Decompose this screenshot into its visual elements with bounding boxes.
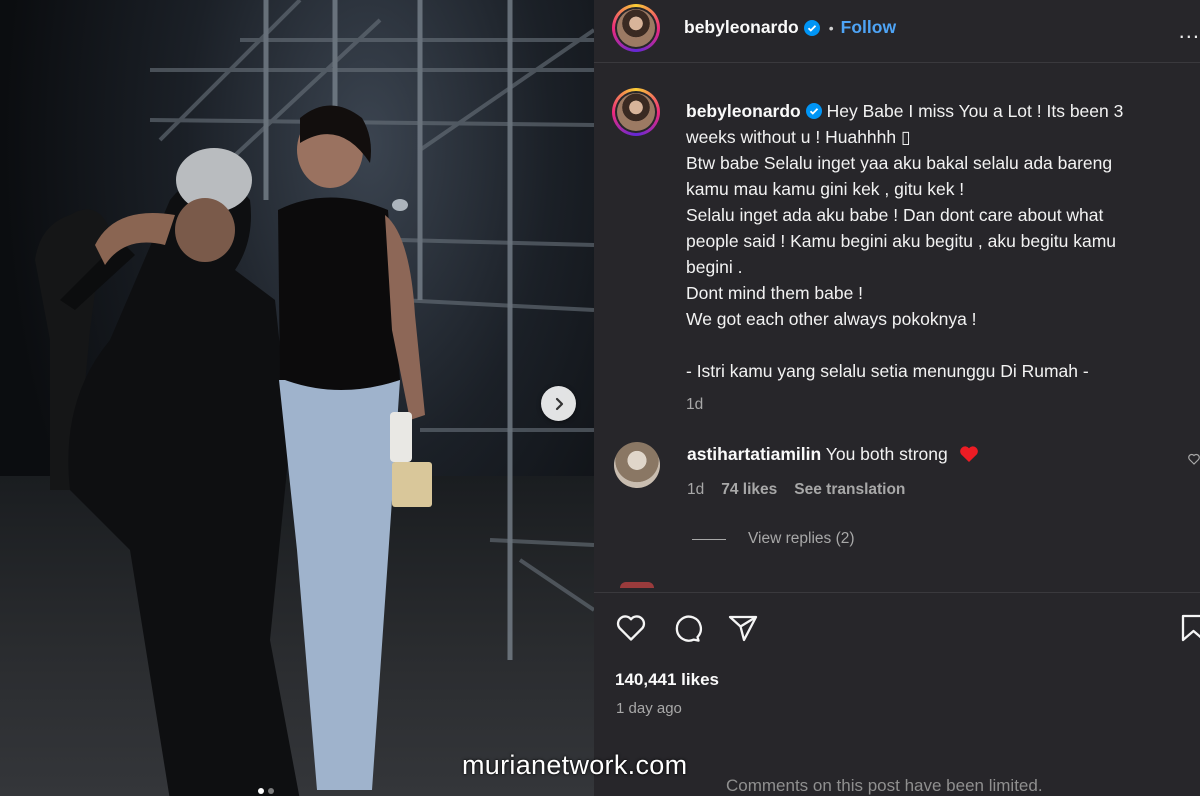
comment-icon[interactable] [670,612,704,644]
view-replies-button[interactable]: View replies (2) [692,530,855,548]
caption-text: bebyleonardo Hey Babe I miss You a Lot !… [686,98,1186,418]
watermark: murianetwork.com [462,750,688,780]
more-icon[interactable]: ... [1179,18,1200,44]
caption-line: - Istri kamu yang selalu setia menunggu … [686,361,1089,381]
heart-icon[interactable] [614,612,648,644]
next-image-button[interactable] [541,386,576,421]
caption-line: Btw babe Selalu inget yaa aku bakal sela… [686,153,1113,173]
comments-limited-notice: Comments on this post have been limited. [726,776,1043,795]
comment-body: astihartatiamilin You both strong [687,444,979,465]
photo-scene [35,0,594,796]
post-date: 1 day ago [616,700,682,717]
caption-age[interactable]: 1d [686,392,1186,418]
post-photo[interactable] [0,0,594,796]
carousel-indicator [258,788,274,794]
see-translation-link[interactable]: See translation [794,481,905,499]
caption-username[interactable]: bebyleonardo [686,101,801,121]
comment-likes[interactable]: 74 likes [721,481,777,499]
comment-meta: 1d 74 likes See translation [687,481,905,499]
carousel-dot [268,788,274,794]
caption-line: Selalu inget ada aku babe ! Dan dont car… [686,205,1104,225]
bookmark-icon[interactable] [1180,612,1200,644]
comment-text: You both strong [825,444,948,464]
comment-like-icon[interactable] [1188,452,1200,466]
verified-badge-icon [803,19,820,36]
next-comment-avatar [620,582,654,588]
caption-line: Hey Babe I miss You a Lot ! Its been 3 [826,101,1124,121]
share-icon[interactable] [726,612,760,644]
post-details-panel: bebyleonardo • Follow ... bebyleonardo H… [594,0,1200,796]
caption-avatar[interactable] [612,88,660,136]
author-username[interactable]: bebyleonardo [684,17,799,38]
caption-line: We got each other always pokoknya ! [686,309,977,329]
caption-line: people said ! Kamu begini aku begitu , a… [686,231,1117,251]
post-header: bebyleonardo • Follow ... [594,0,1200,56]
follow-button[interactable]: Follow [841,17,896,38]
divider [594,592,1200,593]
caption-line: begini . [686,257,743,277]
carousel-dot-active [258,788,264,794]
author-avatar[interactable] [612,4,660,52]
red-heart-icon [959,446,978,462]
likes-count[interactable]: 140,441 likes [615,670,719,690]
action-bar [614,612,1200,644]
divider [594,62,1200,63]
caption-line: Dont mind them babe ! [686,283,864,303]
commenter-username[interactable]: astihartatiamilin [687,444,821,464]
commenter-avatar[interactable] [614,442,660,488]
view-replies-label: View replies (2) [748,530,855,547]
verified-badge-icon [805,103,822,119]
comment-age: 1d [687,481,705,498]
separator-dot: • [828,19,834,36]
caption-line: weeks without u ! Huahhhh ▯ [686,127,911,147]
caption-line: kamu mau kamu gini kek , gitu kek ! [686,179,965,199]
chevron-right-icon [555,397,563,410]
replies-line [692,538,726,540]
